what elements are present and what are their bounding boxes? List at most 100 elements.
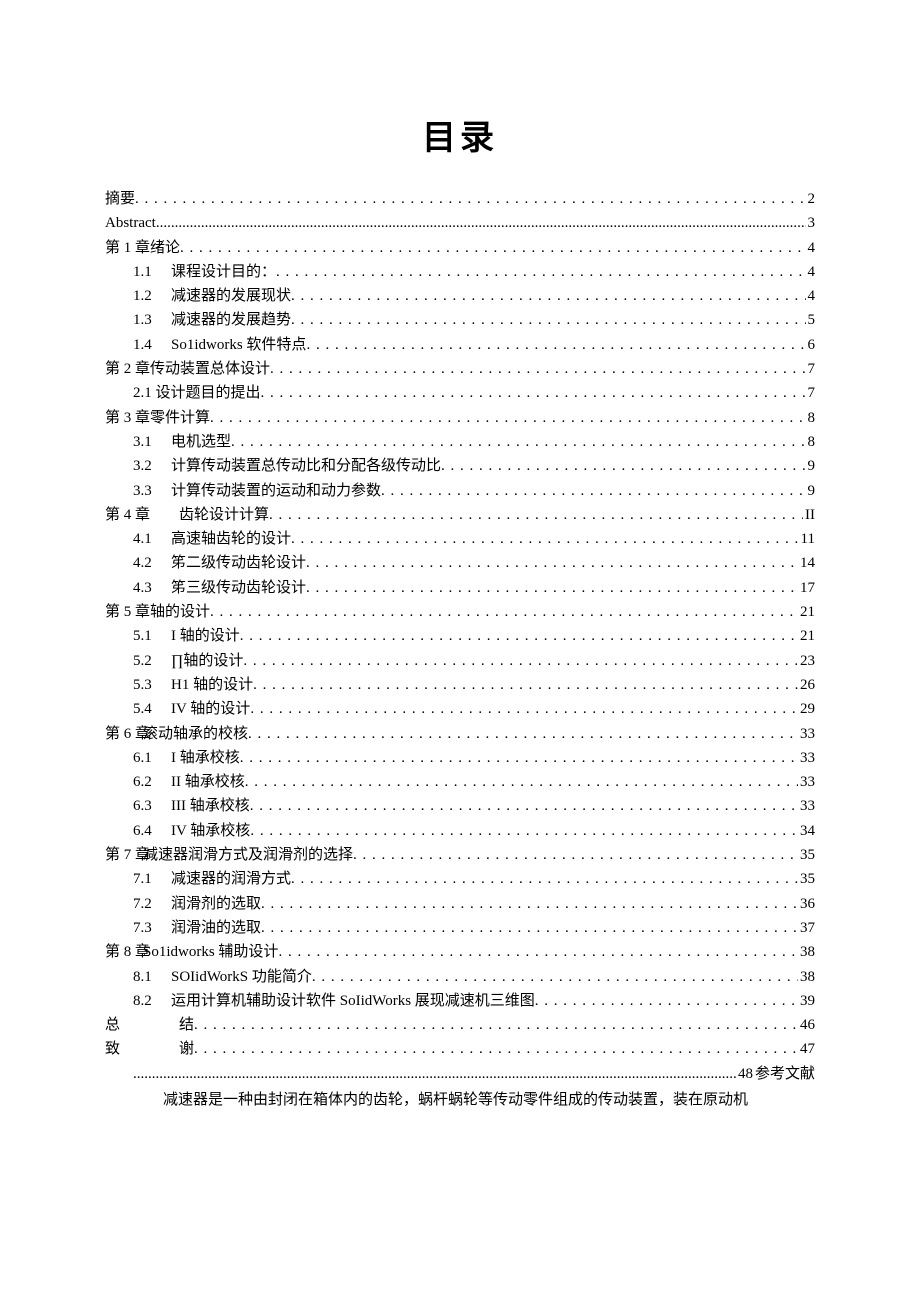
toc-number: 6.4: [133, 819, 165, 843]
toc-leader: [243, 649, 798, 673]
toc-number: 第 4 章: [105, 503, 173, 527]
toc-leader: [231, 430, 805, 454]
toc-leader: [248, 722, 798, 746]
toc-page: 38: [798, 940, 815, 964]
toc-leader: [194, 1037, 798, 1061]
toc-page: 7: [806, 357, 816, 381]
toc-leader: [253, 673, 798, 697]
toc-text: 计算传动装置总传动比和分配各级传动比: [171, 454, 441, 478]
toc-text: 第 5 章轴的设计: [105, 600, 210, 624]
toc-leader: [291, 867, 798, 891]
toc-text: So1idworks 辅助设计: [143, 940, 278, 964]
toc-page: 5: [806, 308, 816, 332]
toc-number: 7.1: [133, 867, 165, 891]
toc-leader: [353, 843, 798, 867]
toc-text: I 轴承校核: [171, 746, 240, 770]
toc-text: 第 3 章零件计算: [105, 406, 210, 430]
toc-entry: 7.3润滑油的选取 37: [105, 916, 815, 940]
toc-leader: [135, 187, 805, 211]
toc-page: 9: [806, 479, 816, 503]
toc-entry: 2.1 设计题目的提出7: [105, 381, 815, 405]
toc-text: 电机选型: [171, 430, 231, 454]
toc-page: 11: [799, 527, 815, 551]
toc-page: 9: [806, 454, 816, 478]
toc-number: 7.3: [133, 916, 165, 940]
toc-entry: Abstract3: [105, 211, 815, 235]
toc-entry: 8.1SOIidWorkS 功能简介38: [105, 965, 815, 989]
toc-leader: [194, 1013, 798, 1037]
toc-leader: [291, 308, 805, 332]
toc-number: 6.1: [133, 746, 165, 770]
toc-leader: [441, 454, 805, 478]
toc-page: 37: [798, 916, 815, 940]
toc-entry: 第 3 章零件计算 8: [105, 406, 815, 430]
toc-number: 第 7 章: [105, 843, 137, 867]
toc-page: 17: [798, 576, 815, 600]
toc-text: 运用计算机辅助设计软件 SoIidWorks 展现减速机三维图: [171, 989, 535, 1013]
toc-trail: 参考文献: [753, 1062, 815, 1086]
toc-number: 5.1: [133, 624, 165, 648]
toc-leader: [210, 600, 798, 624]
toc-leader: [269, 503, 803, 527]
table-of-contents: 摘要2Abstract3第 1 章绪论41.1课程设计目的：41.2减速器的发展…: [105, 187, 815, 1086]
toc-entry: 总结46: [105, 1013, 815, 1037]
toc-number: 7.2: [133, 892, 165, 916]
toc-page: 21: [798, 624, 815, 648]
toc-entry: 6.1I 轴承校核33: [105, 746, 815, 770]
toc-number: 6.3: [133, 794, 165, 818]
toc-page: 8: [806, 406, 816, 430]
toc-number: 1.1: [133, 260, 165, 284]
toc-text: 减速器的发展现状: [171, 284, 291, 308]
toc-entry: 8.2运用计算机辅助设计软件 SoIidWorks 展现减速机三维图39: [105, 989, 815, 1013]
toc-text: 摘要: [105, 187, 135, 211]
toc-leader: [250, 794, 798, 818]
toc-leader: [312, 965, 798, 989]
toc-text: 课程设计目的：: [171, 260, 276, 284]
toc-number: 致: [105, 1037, 173, 1061]
toc-page: 21: [798, 600, 815, 624]
toc-leader: [156, 211, 806, 235]
toc-entry: 第 1 章绪论4: [105, 236, 815, 260]
toc-page: 33: [798, 794, 815, 818]
toc-entry: 7.1减速器的润滑方式35: [105, 867, 815, 891]
toc-entry: 第 2 章传动装置总体设计7: [105, 357, 815, 381]
toc-page: II: [803, 503, 815, 527]
toc-entry: 5.4IV 轴的设计29: [105, 697, 815, 721]
toc-entry: 第 8 章So1idworks 辅助设计 38: [105, 940, 815, 964]
toc-entry: 5.3H1 轴的设计26: [105, 673, 815, 697]
toc-page: 33: [798, 770, 815, 794]
toc-leader: [250, 819, 798, 843]
toc-entry: 第 5 章轴的设计 21: [105, 600, 815, 624]
toc-leader: [306, 576, 798, 600]
toc-text: 润滑油的选取: [171, 916, 261, 940]
toc-page: 4: [806, 236, 816, 260]
toc-entry: 第 4 章齿轮设计计算II: [105, 503, 815, 527]
toc-page: 23: [798, 649, 815, 673]
toc-text: 计算传动装置的运动和动力参数: [171, 479, 381, 503]
toc-leader: [535, 989, 798, 1013]
toc-text: So1idworks 软件特点: [171, 333, 306, 357]
toc-leader: [261, 381, 806, 405]
toc-number: 第 8 章: [105, 940, 137, 964]
toc-entry: 第 7 章减速器润滑方式及润滑剂的选择35: [105, 843, 815, 867]
toc-text: H1 轴的设计: [171, 673, 253, 697]
toc-page: 38: [798, 965, 815, 989]
toc-page: 33: [798, 722, 815, 746]
toc-text: 高速轴齿轮的设计: [171, 527, 291, 551]
toc-number: 5.3: [133, 673, 165, 697]
toc-leader: [381, 479, 805, 503]
toc-leader: [133, 1062, 736, 1086]
toc-number: 3.1: [133, 430, 165, 454]
page-title: 目录: [105, 110, 815, 159]
toc-text: SOIidWorkS 功能简介: [171, 965, 312, 989]
toc-leader: [240, 746, 798, 770]
toc-text: III 轴承校核: [171, 794, 250, 818]
toc-number: 5.4: [133, 697, 165, 721]
toc-leader: [276, 260, 805, 284]
toc-text: 减速器的发展趋势: [171, 308, 291, 332]
toc-entry: 7.2润滑剂的选取36: [105, 892, 815, 916]
toc-number: 1.4: [133, 333, 165, 357]
toc-leader: [180, 236, 805, 260]
toc-entry: 4.1高速轴齿轮的设计11: [105, 527, 815, 551]
toc-entry: 致谢47: [105, 1037, 815, 1061]
